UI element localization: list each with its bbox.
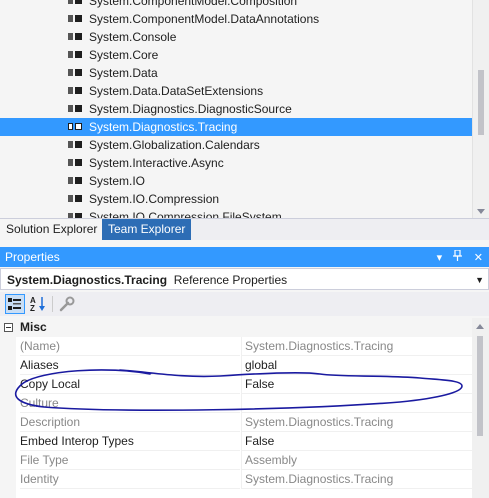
tree-item[interactable]: System.Diagnostics.DiagnosticSource <box>0 100 472 118</box>
assembly-reference-icon <box>68 141 82 149</box>
wrench-icon <box>59 296 75 312</box>
tree-item-label: System.Console <box>89 30 177 44</box>
collapse-icon[interactable] <box>4 323 13 332</box>
assembly-reference-icon <box>68 123 82 131</box>
property-value[interactable]: False <box>241 432 472 451</box>
tree-item[interactable]: System.ComponentModel.Composition <box>0 0 472 10</box>
tree-item-label: System.ComponentModel.Composition <box>89 0 298 8</box>
property-value[interactable]: System.Diagnostics.Tracing <box>241 413 472 432</box>
alphabetical-view-button[interactable]: A Z <box>28 294 48 314</box>
object-name: System.Diagnostics.Tracing <box>7 273 168 287</box>
tab-solution-explorer[interactable]: Solution Explorer <box>0 219 104 240</box>
property-row[interactable]: Culture <box>0 394 472 413</box>
svg-text:Z: Z <box>30 304 35 313</box>
tree-item[interactable]: System.Interactive.Async <box>0 154 472 172</box>
window-options-icon[interactable]: ▾ <box>437 248 443 268</box>
category-label: Misc <box>20 320 47 334</box>
assembly-reference-icon <box>68 177 82 185</box>
tree-item-label: System.Data.DataSetExtensions <box>89 84 264 98</box>
property-value[interactable]: Assembly <box>241 451 472 470</box>
assembly-reference-icon <box>68 87 82 95</box>
tree-item-label: System.IO <box>89 174 146 188</box>
tree-item[interactable]: System.IO.Compression.FileSystem <box>0 208 472 218</box>
close-icon[interactable]: ✕ <box>474 248 483 268</box>
categorized-icon <box>8 298 21 310</box>
tree-vertical-scrollbar[interactable] <box>472 0 489 218</box>
property-name: Embed Interop Types <box>20 432 240 451</box>
property-name: Aliases <box>20 356 240 375</box>
tree-item-label: System.Diagnostics.DiagnosticSource <box>89 102 292 116</box>
property-value[interactable]: System.Diagnostics.Tracing <box>241 470 472 489</box>
tree-item[interactable]: System.Data <box>0 64 472 82</box>
assembly-reference-icon <box>68 0 82 5</box>
tree-item-label: System.ComponentModel.DataAnnotations <box>89 12 320 26</box>
tree-item[interactable]: System.Core <box>0 46 472 64</box>
property-name: Copy Local <box>20 375 240 394</box>
property-value[interactable]: System.Diagnostics.Tracing <box>241 337 472 356</box>
reference-list: System.ComponentModel.Composition System.… <box>0 0 472 218</box>
property-name: Identity <box>20 470 240 489</box>
property-row[interactable]: Description System.Diagnostics.Tracing <box>0 413 472 432</box>
assembly-reference-icon <box>68 195 82 203</box>
properties-toolbar: A Z <box>0 292 489 316</box>
tree-item-label: System.Diagnostics.Tracing <box>89 120 238 134</box>
property-pages-button[interactable] <box>57 294 77 314</box>
assembly-reference-icon <box>68 15 82 23</box>
grid-vertical-scrollbar[interactable] <box>472 318 489 498</box>
tree-item[interactable]: System.Globalization.Calendars <box>0 136 472 154</box>
scrollbar-thumb[interactable] <box>478 70 484 135</box>
property-value[interactable] <box>241 394 472 413</box>
scrollbar-thumb[interactable] <box>477 336 483 436</box>
property-grid: Misc (Name) System.Diagnostics.Tracing Ali… <box>0 318 472 498</box>
tree-item-label: System.Interactive.Async <box>89 156 224 170</box>
pin-icon[interactable] <box>453 248 463 268</box>
tree-item[interactable]: System.IO.Compression <box>0 190 472 208</box>
tree-item[interactable]: System.Diagnostics.Tracing <box>0 118 472 136</box>
assembly-reference-icon <box>68 33 82 41</box>
tree-item[interactable]: System.Data.DataSetExtensions <box>0 82 472 100</box>
solution-explorer-tree: System.ComponentModel.Composition System.… <box>0 0 489 218</box>
assembly-reference-icon <box>68 51 82 59</box>
sort-alphabetical-icon: A Z <box>30 296 45 313</box>
assembly-reference-icon <box>68 105 82 113</box>
properties-title-bar: Properties ▾ ✕ <box>0 247 489 267</box>
tree-item-label: System.Globalization.Calendars <box>89 138 260 152</box>
property-name: Description <box>20 413 240 432</box>
property-row[interactable]: Copy Local False <box>0 375 472 394</box>
property-row[interactable]: File Type Assembly <box>0 451 472 470</box>
chevron-down-icon[interactable]: ▼ <box>475 269 484 291</box>
property-row[interactable]: Aliases global <box>0 356 472 375</box>
tree-item[interactable]: System.ComponentModel.DataAnnotations <box>0 10 472 28</box>
property-name: Culture <box>20 394 240 413</box>
tree-item-label: System.IO.Compression <box>89 192 220 206</box>
tool-window-tabs: Solution Explorer Team Explorer <box>0 218 489 240</box>
categorized-view-button[interactable] <box>5 294 25 314</box>
scroll-down-icon[interactable] <box>477 209 485 214</box>
tab-team-explorer[interactable]: Team Explorer <box>102 219 192 240</box>
property-row[interactable]: (Name) System.Diagnostics.Tracing <box>0 337 472 356</box>
scroll-up-icon[interactable] <box>476 324 484 329</box>
properties-title: Properties <box>5 250 60 264</box>
object-selector[interactable]: System.Diagnostics.Tracing Reference Pro… <box>0 268 489 290</box>
assembly-reference-icon <box>68 69 82 77</box>
tree-item-label: System.Data <box>89 66 158 80</box>
tree-item-label: System.Core <box>89 48 159 62</box>
toolbar-separator <box>52 296 53 312</box>
assembly-reference-icon <box>68 159 82 167</box>
object-type: Reference Properties <box>173 273 288 287</box>
property-name: File Type <box>20 451 240 470</box>
property-value[interactable]: global <box>241 356 472 375</box>
tree-item[interactable]: System.Console <box>0 28 472 46</box>
property-value[interactable]: False <box>241 375 472 394</box>
tree-item[interactable]: System.IO <box>0 172 472 190</box>
property-name: (Name) <box>20 337 240 356</box>
tree-item-label: System.IO.Compression.FileSystem <box>89 210 282 218</box>
category-row-misc[interactable]: Misc <box>0 318 472 337</box>
property-row[interactable]: Identity System.Diagnostics.Tracing <box>0 470 472 489</box>
property-row[interactable]: Embed Interop Types False <box>0 432 472 451</box>
